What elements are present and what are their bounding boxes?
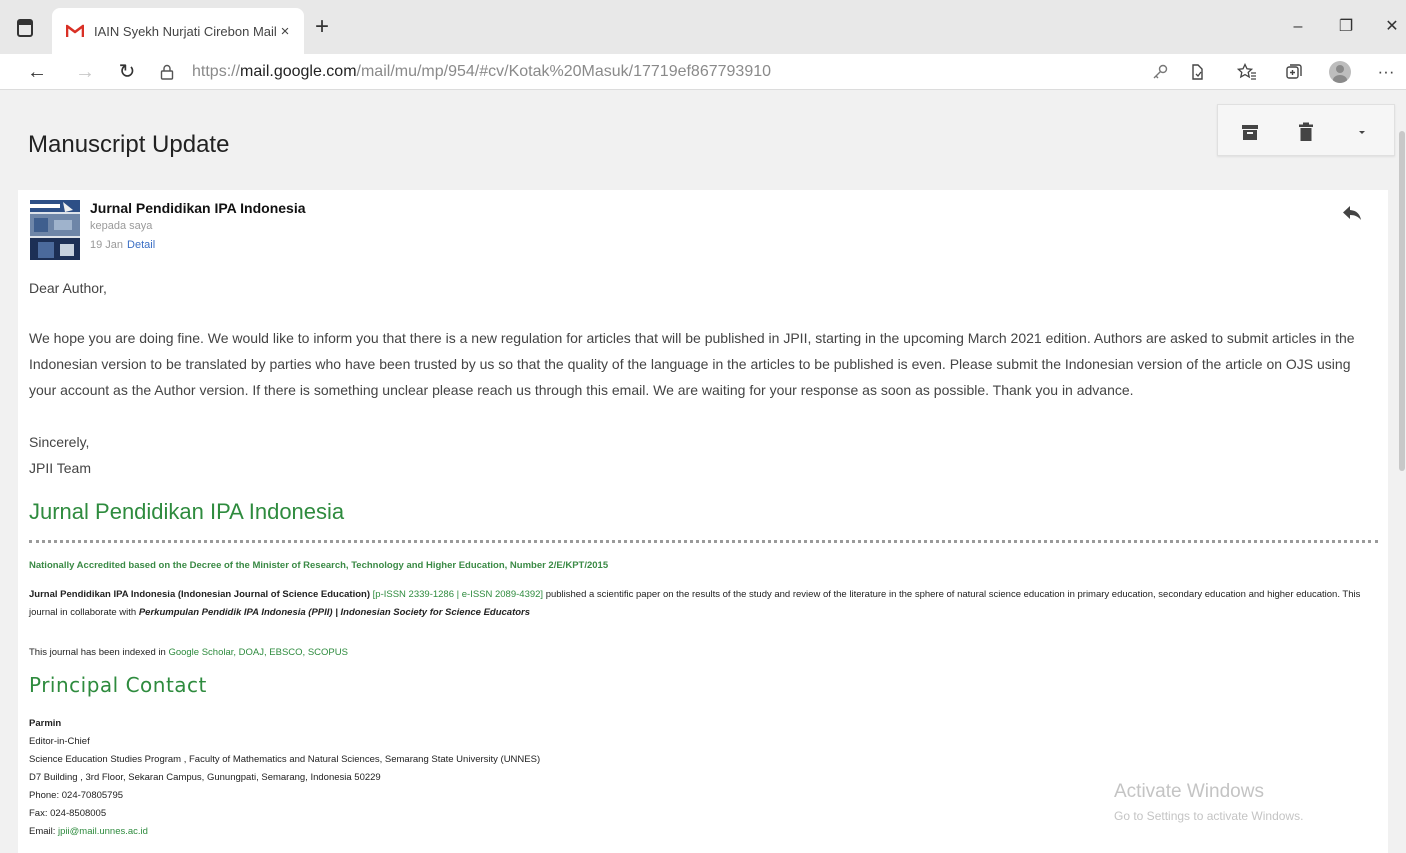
email-message: Jurnal Pendidikan IPA Indonesia kepada s… [18,190,1388,853]
email-greeting: Dear Author, [29,280,107,296]
delete-icon[interactable] [1296,121,1316,143]
key-icon[interactable] [1148,60,1172,84]
recipient-line: kepada saya [90,220,153,232]
reload-button[interactable]: ↻ [114,59,140,85]
email-paragraph: We hope you are doing fine. We would lik… [29,330,1355,398]
watermark-subtitle: Go to Settings to activate Windows. [1114,809,1304,823]
indexed-prefix: This journal has been indexed in [29,647,169,658]
journal-description: Jurnal Pendidikan IPA Indonesia (Indones… [29,586,1379,622]
tab-actions-icon[interactable] [14,17,36,39]
contact-affiliation: Science Education Studies Program , Facu… [29,754,541,765]
email-closing: Sincerely, [29,434,90,450]
collections-icon[interactable] [1282,60,1306,84]
profile-icon[interactable] [1328,60,1352,84]
email-signoff: Sincerely, JPII Team [29,429,1379,481]
tab-close-button[interactable]: × [276,23,294,40]
journal-issn[interactable]: [p-ISSN 2339-1286 | e-ISSN 2089-4392] [373,589,543,600]
forward-button[interactable]: → [72,59,98,85]
lock-icon[interactable] [160,64,182,80]
url-prefix: https:// [192,63,241,80]
indexing-links[interactable]: Google Scholar, DOAJ, EBSCO, SCOPUS [168,647,348,658]
dotted-divider [29,540,1378,543]
favorites-icon[interactable] [1235,60,1259,84]
email-subject: Manuscript Update [28,131,230,158]
contact-name: Parmin [29,718,62,729]
url-path: /mail/mu/mp/954/#cv/Kotak%20Masuk/17719e… [356,63,772,80]
watermark-title: Activate Windows [1114,781,1264,802]
indexing-note: This journal has been indexed in Google … [29,647,348,658]
detail-link[interactable]: Detail [127,239,155,251]
new-tab-button[interactable]: + [311,14,333,40]
gmail-page: Manuscript Update Jurnal Pendidikan IPA … [0,91,1398,853]
contact-address: D7 Building , 3rd Floor, Sekaran Campus,… [29,772,381,783]
tab-title: IAIN Syekh Nurjati Cirebon Mail [94,23,276,39]
read-aloud-icon[interactable] [1186,60,1210,84]
url-domain: mail.google.com [240,63,357,80]
partner-organization: Perkumpulan Pendidik IPA Indonesia (PPII… [138,607,531,618]
address-toolbar: ← → ↻ https://mail.google.com/mail/mu/mp… [0,54,1406,90]
address-bar[interactable]: https://mail.google.com/mail/mu/mp/954/#… [160,58,1210,86]
browser-tab[interactable]: IAIN Syekh Nurjati Cirebon Mail × [52,8,304,54]
journal-full-name: Jurnal Pendidikan IPA Indonesia (Indones… [29,589,371,600]
email-actions [1217,104,1395,156]
contact-email-line: Email: jpii@mail.unnes.ac.id [29,823,540,841]
more-actions-chevron-icon[interactable] [1352,121,1372,143]
date-text: 19 Jan [90,239,124,251]
close-window-button[interactable]: ✕ [1378,14,1406,40]
contact-email-link[interactable]: jpii@mail.unnes.ac.id [58,826,148,837]
browser-tab-bar: IAIN Syekh Nurjati Cirebon Mail × + – ❐ … [0,0,1406,54]
contact-fax: Fax: 024-8508005 [29,808,107,819]
activate-windows-watermark: Activate Windows Go to Settings to activ… [1114,781,1303,823]
more-icon[interactable]: ··· [1374,60,1398,84]
reply-icon[interactable] [1341,204,1363,222]
email-date: 19 Jan Detail [90,239,155,251]
archive-icon[interactable] [1240,121,1260,143]
gmail-icon [66,24,84,37]
principal-contact: Parmin Editor-in-Chief Science Education… [29,715,540,841]
accreditation-note: Nationally Accredited based on the Decre… [29,560,609,571]
scrollbar-thumb[interactable] [1399,131,1405,471]
contact-email-label: Email: [29,826,59,837]
back-button[interactable]: ← [24,59,50,85]
contact-phone: Phone: 024-70805795 [29,790,124,801]
restore-button[interactable]: ❐ [1332,14,1360,40]
journal-title: Jurnal Pendidikan IPA Indonesia [29,499,345,524]
minimize-button[interactable]: – [1284,14,1312,40]
page-scrollbar[interactable] [1398,91,1406,853]
sender-avatar[interactable] [30,200,80,260]
email-signature: JPII Team [29,460,91,476]
contact-role: Editor-in-Chief [29,736,90,747]
sender-name[interactable]: Jurnal Pendidikan IPA Indonesia [90,200,306,216]
principal-contact-heading: Principal Contact [29,673,207,697]
